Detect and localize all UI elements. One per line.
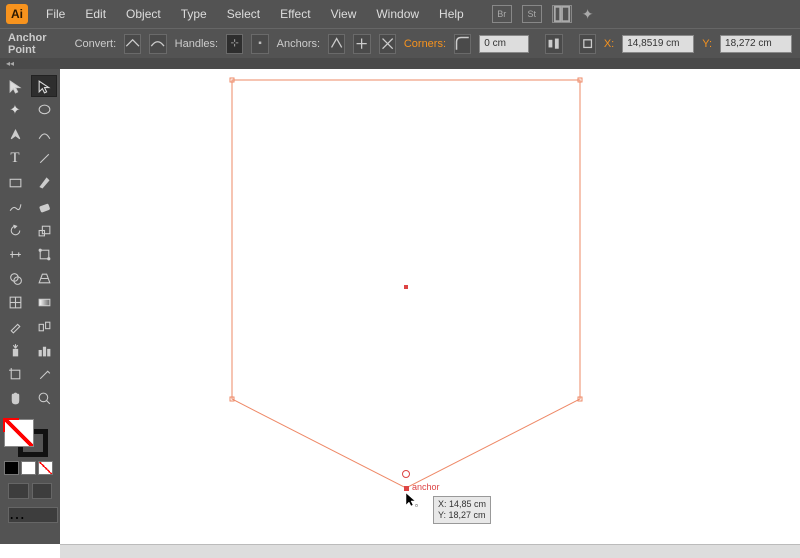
direct-selection-tool-icon[interactable] <box>31 75 57 97</box>
mode-label: Anchor Point <box>8 32 67 56</box>
menu-select[interactable]: Select <box>217 7 270 21</box>
x-label: X: <box>604 38 614 50</box>
slice-tool-icon[interactable] <box>31 363 57 385</box>
type-tool-icon[interactable]: T <box>2 147 28 169</box>
menu-type[interactable]: Type <box>171 7 217 21</box>
menu-object[interactable]: Object <box>116 7 171 21</box>
zoom-tool-icon[interactable] <box>31 387 57 409</box>
graph-tool-icon[interactable] <box>31 339 57 361</box>
none-mode-icon[interactable] <box>38 461 53 475</box>
hide-handles-icon[interactable]: ▪ <box>251 34 268 54</box>
mesh-tool-icon[interactable] <box>2 291 28 313</box>
screen-mode-full-icon[interactable] <box>32 483 53 499</box>
perspective-tool-icon[interactable] <box>31 267 57 289</box>
fill-stroke-swatch[interactable] <box>4 419 52 457</box>
symbol-sprayer-tool-icon[interactable] <box>2 339 28 361</box>
y-label: Y: <box>702 38 712 50</box>
menu-edit[interactable]: Edit <box>75 7 116 21</box>
anchor-target-icon <box>402 470 410 478</box>
edit-toolbar-icon[interactable]: ⋯ <box>8 507 58 523</box>
fill-swatch[interactable] <box>4 419 34 447</box>
corner-type-icon[interactable] <box>454 34 471 54</box>
width-tool-icon[interactable] <box>2 243 28 265</box>
tools-panel: ✦ T <box>0 69 60 544</box>
selection-tool-icon[interactable] <box>2 75 28 97</box>
canvas-area[interactable]: anchor ▫ X: 14,85 cm Y: 18,27 cm <box>60 69 800 544</box>
rectangle-tool-icon[interactable] <box>2 171 28 193</box>
artboard-tool-icon[interactable] <box>2 363 28 385</box>
menu-window[interactable]: Window <box>366 7 429 21</box>
stock-icon[interactable]: St <box>522 5 542 23</box>
scale-tool-icon[interactable] <box>31 219 57 241</box>
curvature-tool-icon[interactable] <box>31 123 57 145</box>
isolate-icon[interactable] <box>579 34 596 54</box>
remove-anchor-icon[interactable] <box>328 34 345 54</box>
anchors-label: Anchors: <box>277 38 320 50</box>
convert-corner-icon[interactable] <box>124 34 141 54</box>
blend-tool-icon[interactable] <box>31 315 57 337</box>
screen-mode-normal-icon[interactable] <box>8 483 29 499</box>
lasso-tool-icon[interactable] <box>31 99 57 121</box>
show-handles-icon[interactable]: ⊹ <box>226 34 243 54</box>
convert-smooth-icon[interactable] <box>149 34 166 54</box>
coord-tooltip: X: 14,85 cm Y: 18,27 cm <box>433 496 491 524</box>
line-tool-icon[interactable] <box>31 147 57 169</box>
corners-label[interactable]: Corners: <box>404 38 446 50</box>
x-input[interactable] <box>622 35 694 53</box>
gradient-mode-icon[interactable] <box>21 461 36 475</box>
y-input[interactable] <box>720 35 792 53</box>
menu-help[interactable]: Help <box>429 7 474 21</box>
handles-label: Handles: <box>175 38 218 50</box>
corner-radius-input[interactable] <box>479 35 529 53</box>
align-to-icon[interactable] <box>545 34 562 54</box>
connect-anchor-icon[interactable] <box>353 34 370 54</box>
horizontal-scrollbar[interactable] <box>60 544 800 558</box>
selected-anchor-icon[interactable] <box>404 486 409 491</box>
pen-tool-icon[interactable] <box>2 123 28 145</box>
gradient-tool-icon[interactable] <box>31 291 57 313</box>
path-shape[interactable] <box>60 69 800 549</box>
color-mode-icon[interactable] <box>4 461 19 475</box>
shaper-tool-icon[interactable] <box>2 195 28 217</box>
bridge-icon[interactable]: Br <box>492 5 512 23</box>
free-transform-tool-icon[interactable] <box>31 243 57 265</box>
shape-builder-tool-icon[interactable] <box>2 267 28 289</box>
menu-effect[interactable]: Effect <box>270 7 320 21</box>
gpu-preview-icon[interactable]: ✦ <box>582 6 594 23</box>
panel-tab-strip[interactable]: ◂◂ <box>0 58 800 69</box>
paintbrush-tool-icon[interactable] <box>31 171 57 193</box>
app-logo: Ai <box>6 4 28 24</box>
arrange-docs-icon[interactable] <box>552 5 572 23</box>
eyedropper-tool-icon[interactable] <box>2 315 28 337</box>
anchor-hint-label: anchor <box>412 482 440 492</box>
convert-label: Convert: <box>75 38 117 50</box>
rotate-tool-icon[interactable] <box>2 219 28 241</box>
magic-wand-tool-icon[interactable]: ✦ <box>2 99 28 121</box>
eraser-tool-icon[interactable] <box>31 195 57 217</box>
menu-file[interactable]: File <box>36 7 75 21</box>
menu-view[interactable]: View <box>321 7 367 21</box>
cut-anchor-icon[interactable] <box>379 34 396 54</box>
center-point-icon <box>404 285 408 289</box>
hand-tool-icon[interactable] <box>2 387 28 409</box>
